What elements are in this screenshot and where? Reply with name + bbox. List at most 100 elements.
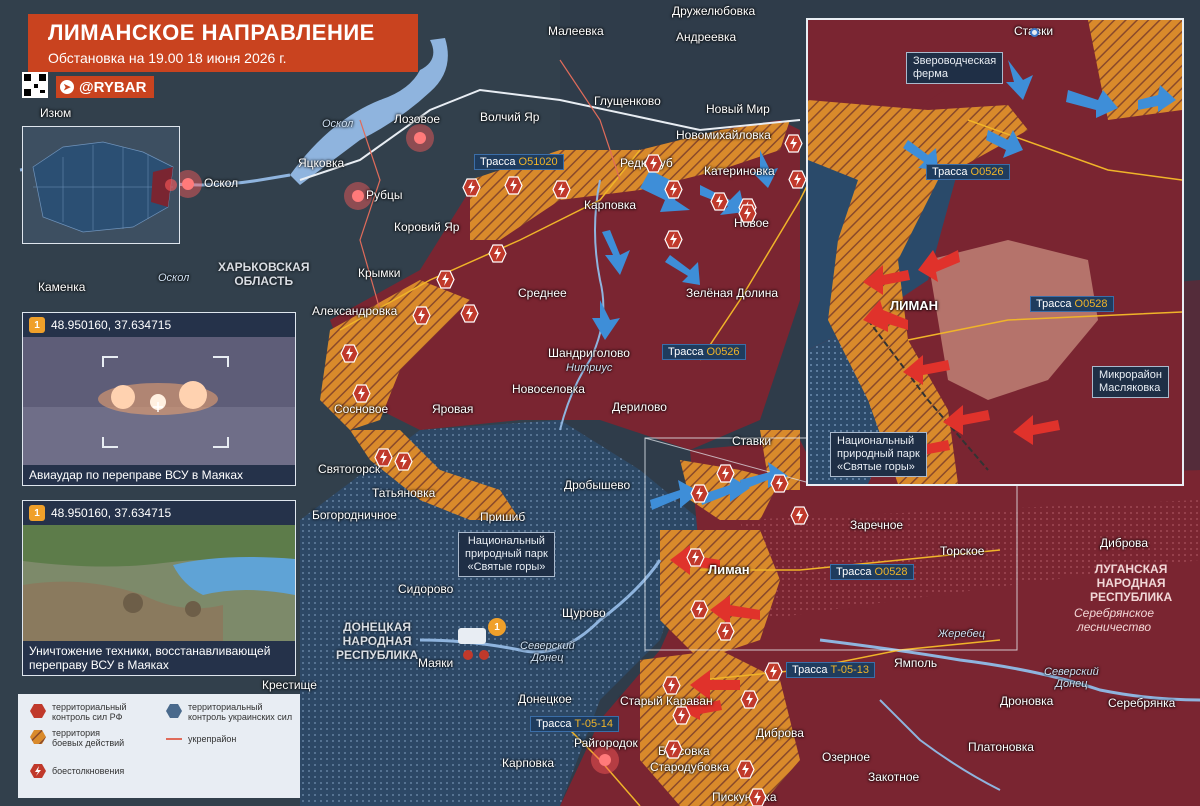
settlement-marker bbox=[1030, 28, 1039, 37]
clash-marker-icon bbox=[352, 384, 371, 403]
overview-inset bbox=[22, 126, 180, 244]
settlement-label: Новомихайловка bbox=[676, 128, 771, 142]
settlement-label: Дибровa bbox=[1100, 536, 1149, 550]
settlement-label: Лозовое bbox=[394, 112, 441, 126]
road-label: Трасса О0528 bbox=[830, 564, 914, 580]
settlement-label: Новый Мир bbox=[706, 102, 770, 116]
legend-label-clash: боестолкновения bbox=[52, 766, 125, 776]
settlement-label: Катериновка bbox=[704, 164, 775, 178]
clash-marker-icon bbox=[716, 464, 735, 483]
inset-road-label-526: Трасса О0526 bbox=[926, 164, 1010, 180]
settlement-label: Андреевка bbox=[676, 30, 737, 44]
legend-swatch-combat bbox=[30, 730, 46, 744]
channel-handle[interactable]: ➤ @RYBAR bbox=[56, 76, 155, 98]
clash-marker-icon bbox=[664, 180, 683, 199]
clash-marker-icon bbox=[716, 622, 735, 641]
settlement-label: Платоновка bbox=[968, 740, 1034, 754]
airstrike-thermal-image bbox=[23, 337, 295, 465]
settlement-label: Татьяновка bbox=[372, 486, 436, 500]
settlement-label: Оскол bbox=[204, 176, 239, 190]
clash-marker-icon bbox=[690, 484, 709, 503]
settlement-label: Сидорово bbox=[398, 582, 454, 596]
crossing-icon bbox=[458, 628, 486, 644]
clash-marker-icon bbox=[736, 760, 755, 779]
title-banner: ЛИМАНСКОЕ НАПРАВЛЕНИЕ Обстановка на 19.0… bbox=[28, 14, 418, 72]
clash-marker-icon bbox=[748, 788, 767, 806]
settlement-label: Торское bbox=[940, 544, 985, 558]
legend-swatch-clash bbox=[30, 764, 46, 778]
clash-marker-icon bbox=[686, 548, 705, 567]
clash-marker-icon bbox=[740, 690, 759, 709]
clash-marker-icon bbox=[690, 600, 709, 619]
settlement-label: Карповка bbox=[584, 198, 637, 212]
clash-marker-icon bbox=[460, 304, 479, 323]
clash-marker-icon bbox=[662, 676, 681, 695]
inset-label-liman: ЛИМАН bbox=[890, 298, 939, 313]
settlement-label: Диброва bbox=[756, 726, 804, 740]
settlement-label: Серебрянка bbox=[1108, 696, 1176, 710]
settlement-label: Богородничное bbox=[312, 508, 397, 522]
media-caption: Авиаудар по переправе ВСУ в Маяках bbox=[23, 465, 295, 485]
inset-label-maslyakovka: Микрорайон Масляковка bbox=[1092, 366, 1169, 398]
settlement-label: Лиман bbox=[708, 562, 750, 577]
media-panel-airstrike[interactable]: 1 48.950160, 37.634715 Авиаудар по переп… bbox=[22, 312, 296, 486]
settlement-label: Ямполь bbox=[894, 656, 938, 670]
legend-label-ru: территориальный контроль сил РФ bbox=[52, 702, 127, 722]
clash-marker-icon bbox=[340, 344, 359, 363]
settlement-label: Дружелюбовка bbox=[672, 4, 756, 18]
settlement-label: Шандриголово bbox=[548, 346, 630, 360]
river-label-oskol: Оскол bbox=[322, 118, 354, 130]
settlement-label: Дробышево bbox=[564, 478, 631, 492]
clash-marker-icon bbox=[436, 270, 455, 289]
forest-label: Серебрянское лесничество bbox=[1074, 606, 1155, 634]
media-badge: 1 bbox=[29, 317, 45, 333]
settlement-label: Каменка bbox=[38, 280, 86, 294]
settlement-label: Щурово bbox=[562, 606, 606, 620]
settlement-label: Крымки bbox=[358, 266, 401, 280]
settlement-label: Ставки bbox=[732, 434, 772, 448]
media-panel-equipment[interactable]: 1 48.950160, 37.634715 Уничтожение техни… bbox=[22, 500, 296, 676]
region-label-kharkiv: ХАРЬКОВСКАЯ ОБЛАСТЬ bbox=[218, 260, 310, 288]
settlement-label: Коровий Яр bbox=[394, 220, 460, 234]
settlement-label: Сосновое bbox=[334, 402, 389, 416]
settlement-label: Карповка bbox=[502, 756, 555, 770]
road-label: Трасса Т-05-13 bbox=[786, 662, 876, 678]
legend-label-ua: территориальный контроль украинских сил bbox=[188, 702, 293, 722]
clash-marker-icon bbox=[462, 178, 481, 197]
settlement-label: Изюм bbox=[40, 106, 72, 120]
map-canvas: ЛИМАНСКОЕ НАПРАВЛЕНИЕ Обстановка на 19.0… bbox=[0, 0, 1200, 806]
settlement-label: Дерилово bbox=[612, 400, 667, 414]
clash-marker-icon bbox=[664, 230, 683, 249]
settlement-label: Донецкое bbox=[518, 692, 572, 706]
crossing-drone-image bbox=[23, 525, 295, 641]
road-label: Трасса О0526 bbox=[662, 344, 746, 360]
settlement-label: Крестище bbox=[262, 678, 317, 692]
park-label: Национальный природный парк «Святые горы… bbox=[458, 532, 555, 577]
media-badge: 1 bbox=[29, 505, 45, 521]
settlement-label: Маяки bbox=[418, 656, 454, 670]
legend-swatch-ua bbox=[166, 704, 182, 718]
river-label-donets: Северский Донец bbox=[1044, 666, 1099, 690]
clash-marker-icon bbox=[672, 706, 691, 725]
settlement-label: Стародубовка bbox=[650, 760, 730, 774]
settlement-label: Александровка bbox=[312, 304, 398, 318]
settlement-label: Старый Караван bbox=[620, 694, 713, 708]
channel-handle-text: @RYBAR bbox=[79, 78, 147, 96]
map-subtitle: Обстановка на 19.00 18 июня 2026 г. bbox=[48, 50, 287, 66]
settlement-label: Святогорск bbox=[318, 462, 381, 476]
clash-marker-icon bbox=[738, 204, 757, 223]
media-location-marker[interactable]: 1 bbox=[488, 618, 506, 636]
settlement-label: Дроновка bbox=[1000, 694, 1054, 708]
qr-code-icon[interactable] bbox=[22, 72, 48, 98]
legend-swatch-fort bbox=[166, 738, 182, 740]
clash-marker-icon bbox=[394, 452, 413, 471]
media-panel-header: 1 48.950160, 37.634715 bbox=[23, 501, 295, 525]
settlement-label: Зелёная Долина bbox=[686, 286, 779, 300]
clash-marker-icon bbox=[784, 134, 803, 153]
settlement-label: Яровая bbox=[432, 402, 474, 416]
clash-marker-icon bbox=[664, 740, 683, 759]
settlement-label: Рубцы bbox=[366, 188, 403, 202]
clash-marker-icon bbox=[790, 506, 809, 525]
river-label-zherebets: Жеребец bbox=[938, 628, 986, 640]
media-coords: 48.950160, 37.634715 bbox=[51, 506, 172, 520]
